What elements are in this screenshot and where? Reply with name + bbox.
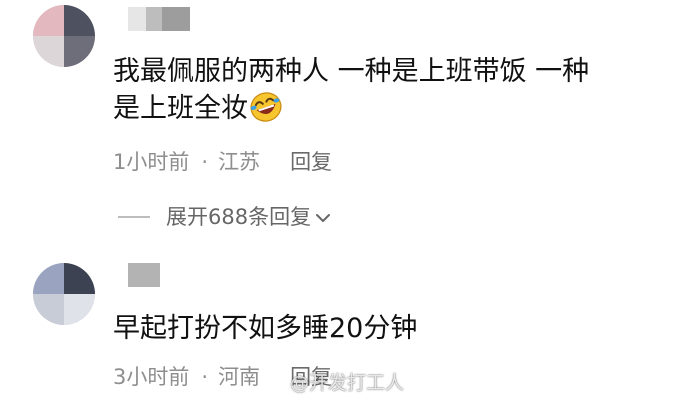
- expand-replies-label: 展开688条回复: [166, 205, 312, 229]
- comment-text-line1: 早起打扮不如多睡20分钟: [113, 313, 418, 344]
- meta-separator: ·: [201, 365, 209, 389]
- comment-text: 我最佩服的两种人 一种是上班带饭 一种 是上班全妆: [113, 53, 589, 134]
- avatar[interactable]: [33, 263, 95, 325]
- mosaic-block: [146, 7, 162, 31]
- avatar-blur-block: [64, 5, 95, 36]
- comment-location: 河南: [218, 365, 261, 389]
- mosaic-block: [128, 263, 160, 287]
- mosaic-block: [162, 7, 190, 31]
- watermark: @开发打工人: [290, 372, 405, 394]
- meta-separator: ·: [201, 150, 209, 174]
- rolling-on-floor-laughing-icon: [248, 90, 284, 134]
- expand-replies-button[interactable]: 展开688条回复: [118, 204, 331, 230]
- avatar-blur-block: [33, 294, 64, 325]
- comment-text-line1: 我最佩服的两种人 一种是上班带饭 一种: [113, 56, 590, 87]
- comment-meta: 1小时前 · 江苏 回复: [113, 149, 332, 175]
- avatar-blur-block: [64, 294, 95, 325]
- username-mosaic[interactable]: [128, 7, 190, 31]
- comment-location: 江苏: [218, 150, 261, 174]
- comment-text: 早起打扮不如多睡20分钟: [113, 310, 417, 347]
- avatar-blur-block: [33, 5, 64, 36]
- avatar[interactable]: [33, 5, 95, 67]
- username-mosaic[interactable]: [128, 263, 160, 287]
- divider-line: [118, 216, 150, 218]
- mosaic-block: [128, 7, 146, 31]
- avatar-blur-block: [64, 263, 95, 294]
- reply-button[interactable]: 回复: [290, 150, 332, 174]
- comment-text-line2: 是上班全妆: [113, 93, 248, 124]
- comment-page: 我最佩服的两种人 一种是上班带饭 一种 是上班全妆 1小时前 · 江苏 回复 展…: [0, 0, 690, 404]
- avatar-blur-block: [33, 36, 64, 67]
- comment-time: 3小时前: [113, 365, 190, 389]
- avatar-blur-block: [33, 263, 64, 294]
- comment-time: 1小时前: [113, 150, 190, 174]
- chevron-down-icon: [315, 204, 331, 230]
- avatar-blur-block: [64, 36, 95, 67]
